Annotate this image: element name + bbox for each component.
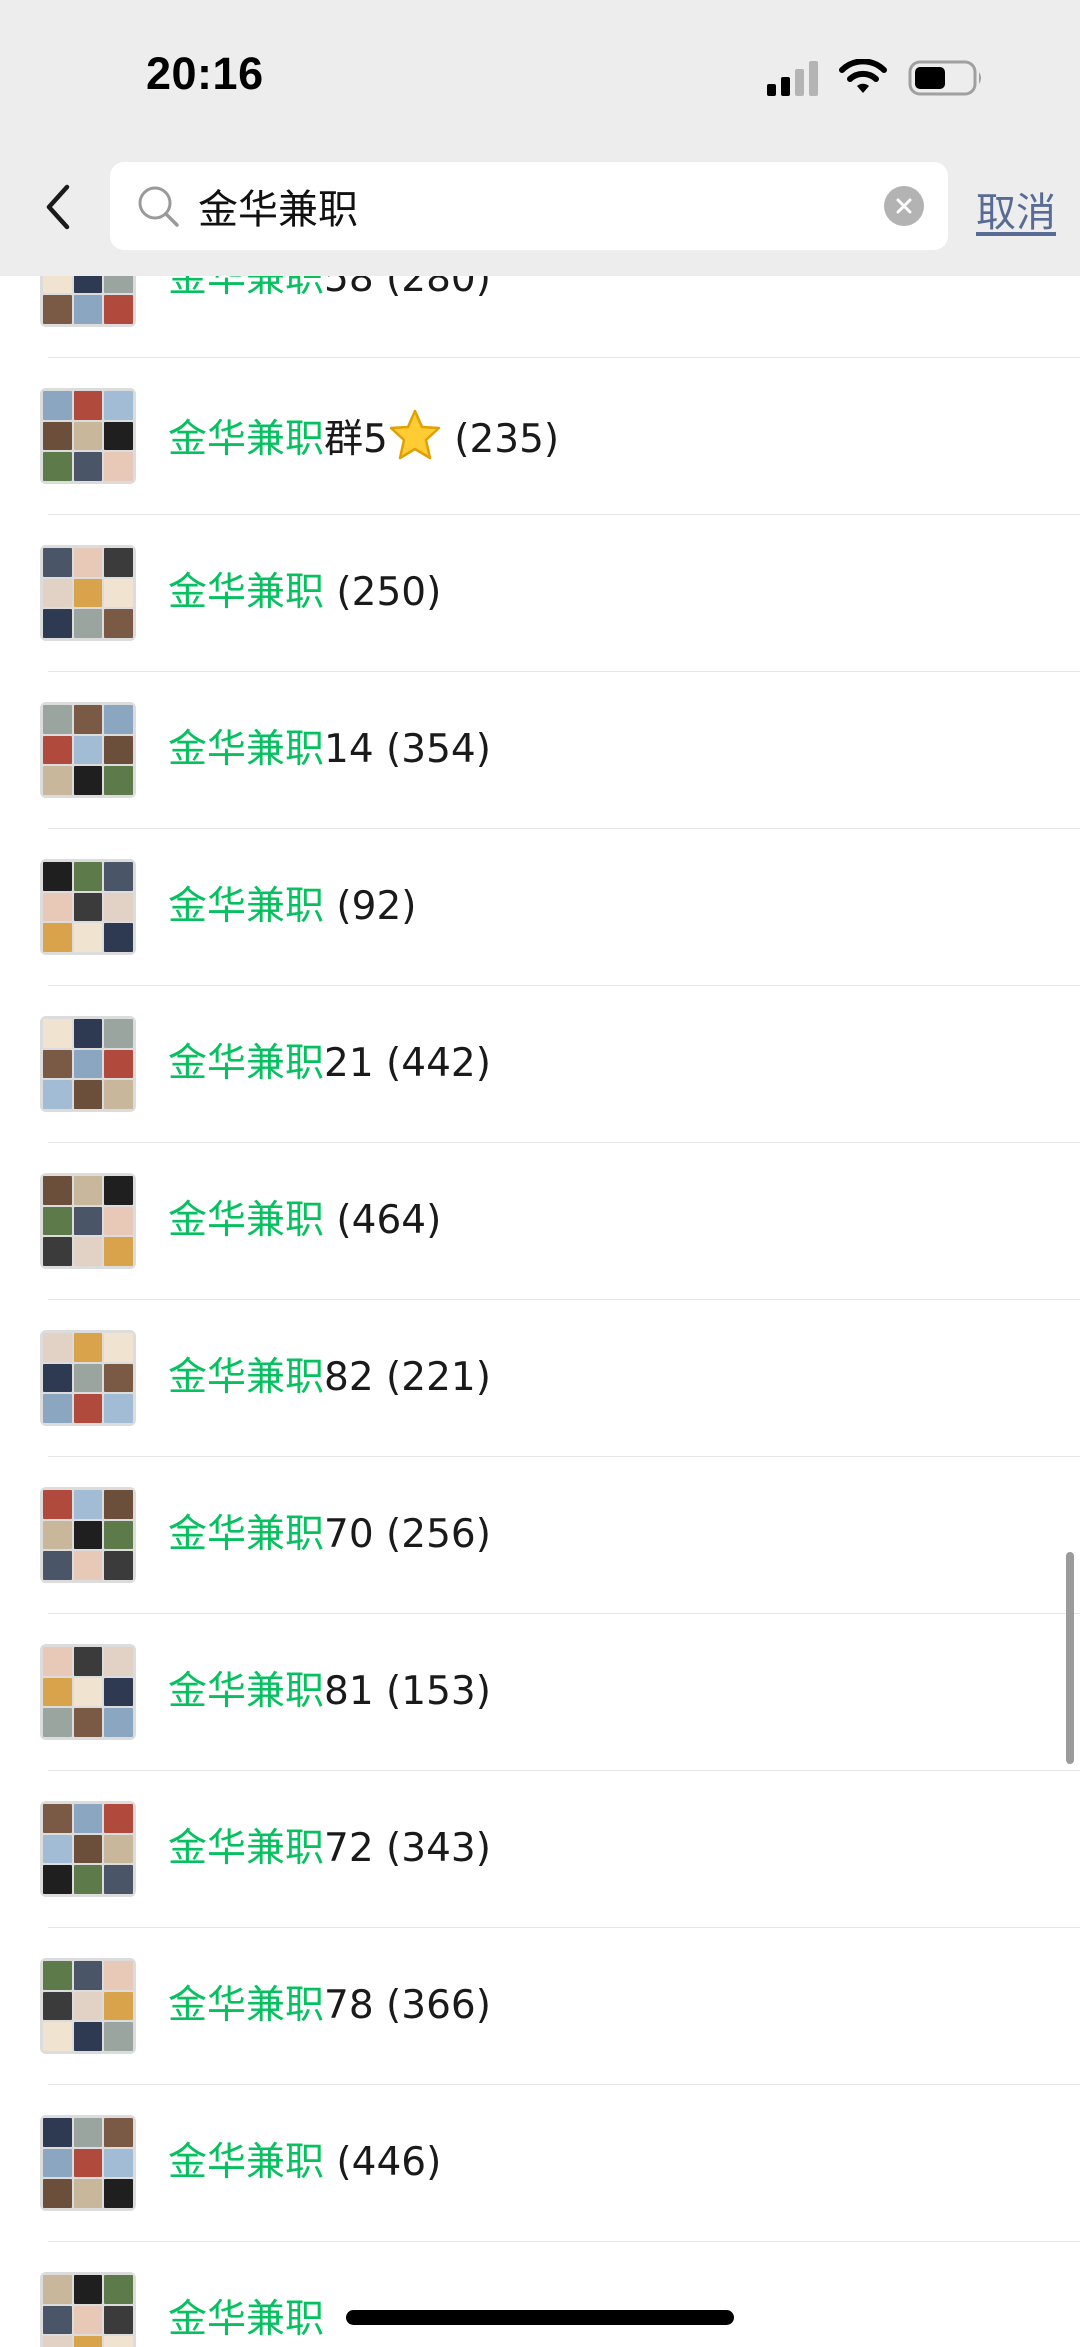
cellular-signal-icon: [767, 60, 818, 96]
home-indicator: [346, 2310, 734, 2325]
group-name: 金华兼职81 (153): [168, 1664, 491, 1720]
highlighted-keyword: 金华兼职: [168, 570, 325, 615]
group-name: 金华兼职78 (366): [168, 1978, 491, 2034]
group-avatar: [40, 702, 136, 798]
highlighted-keyword: 金华兼职: [168, 1041, 325, 1086]
group-result-row[interactable]: 金华兼职72 (343): [0, 1771, 1080, 1928]
highlighted-keyword: 金华兼职: [168, 1512, 325, 1557]
group-avatar: [40, 1644, 136, 1740]
group-avatar: [40, 1801, 136, 1897]
group-result-row[interactable]: 金华兼职 (446): [0, 2085, 1080, 2242]
group-name-suffix: 58 (280): [324, 276, 491, 301]
group-name: 金华兼职21 (442): [168, 1036, 491, 1092]
search-results-screen: 20:16 金华兼职 取消 金华兼职58 (280) 金华兼职群5 (235) …: [0, 0, 1080, 2347]
group-avatar: [40, 276, 136, 327]
group-name-suffix: (446): [324, 2140, 442, 2185]
group-avatar: [40, 1173, 136, 1269]
group-name: 金华兼职72 (343): [168, 1821, 491, 1877]
status-icons: [767, 58, 984, 98]
group-name-suffix: 81 (153): [324, 1669, 491, 1714]
cancel-button[interactable]: 取消: [976, 180, 1056, 238]
highlighted-keyword: 金华兼职: [168, 1355, 325, 1400]
wifi-icon: [838, 59, 888, 97]
group-list: 金华兼职58 (280) 金华兼职群5 (235) 金华兼职 (250) 金华兼职14…: [0, 276, 1080, 2347]
group-result-row[interactable]: 金华兼职 (464): [0, 1143, 1080, 1300]
group-avatar: [40, 1958, 136, 2054]
group-result-row[interactable]: 金华兼职21 (442): [0, 986, 1080, 1143]
highlighted-keyword: 金华兼职: [168, 276, 325, 301]
group-name-suffix: 70 (256): [324, 1512, 491, 1557]
group-name-suffix: 21 (442): [324, 1041, 491, 1086]
group-result-row[interactable]: 金华兼职78 (366): [0, 1928, 1080, 2085]
chevron-left-icon: [46, 184, 70, 230]
group-avatar: [40, 2272, 136, 2347]
clear-search-button[interactable]: [884, 186, 924, 226]
status-time: 20:16: [146, 48, 264, 99]
group-result-row[interactable]: 金华兼职: [0, 2242, 1080, 2347]
group-name: 金华兼职 (464): [168, 1193, 441, 1249]
header: 20:16 金华兼职 取消: [0, 0, 1080, 276]
search-results: 金华兼职58 (280) 金华兼职群5 (235) 金华兼职 (250) 金华兼职14…: [0, 276, 1080, 2347]
group-result-row[interactable]: 金华兼职81 (153): [0, 1614, 1080, 1771]
highlighted-keyword: 金华兼职: [168, 2297, 325, 2342]
group-name: 金华兼职70 (256): [168, 1507, 491, 1563]
group-result-row[interactable]: 金华兼职群5 (235): [0, 358, 1080, 515]
close-icon: [896, 198, 912, 214]
group-avatar: [40, 1330, 136, 1426]
group-name-suffix: 14 (354): [324, 727, 491, 772]
highlighted-keyword: 金华兼职: [168, 1669, 325, 1714]
battery-icon: [908, 59, 984, 97]
group-avatar: [40, 1016, 136, 1112]
group-name: 金华兼职82 (221): [168, 1350, 491, 1406]
highlighted-keyword: 金华兼职: [168, 727, 325, 772]
group-name: 金华兼职58 (280): [168, 276, 491, 307]
group-name-suffix: 群5: [324, 417, 388, 462]
search-field[interactable]: [110, 162, 948, 250]
group-avatar: [40, 1487, 136, 1583]
group-avatar: [40, 859, 136, 955]
back-button[interactable]: [32, 180, 84, 234]
group-name-suffix: (464): [324, 1198, 442, 1243]
group-name-suffix: 72 (343): [324, 1826, 491, 1871]
group-result-row[interactable]: 金华兼职 (250): [0, 515, 1080, 672]
group-result-row[interactable]: 金华兼职58 (280): [0, 276, 1080, 358]
group-avatar: [40, 388, 136, 484]
group-result-row[interactable]: 金华兼职14 (354): [0, 672, 1080, 829]
group-name-suffix: 78 (366): [324, 1983, 491, 2028]
group-name: 金华兼职 (92): [168, 879, 416, 935]
highlighted-keyword: 金华兼职: [168, 2140, 325, 2185]
highlighted-keyword: 金华兼职: [168, 1198, 325, 1243]
group-name: 金华兼职 (250): [168, 565, 441, 621]
group-result-row[interactable]: 金华兼职 (92): [0, 829, 1080, 986]
search-icon: [138, 186, 179, 227]
group-result-row[interactable]: 金华兼职70 (256): [0, 1457, 1080, 1614]
group-name-suffix: (250): [324, 570, 442, 615]
search-input[interactable]: [198, 162, 858, 250]
member-count: (235): [441, 417, 560, 462]
group-name-suffix: 82 (221): [324, 1355, 491, 1400]
group-name: 金华兼职14 (354): [168, 722, 491, 778]
star-icon: [389, 409, 441, 460]
group-result-row[interactable]: 金华兼职82 (221): [0, 1300, 1080, 1457]
group-name: 金华兼职 (446): [168, 2135, 441, 2191]
scrollbar[interactable]: [1066, 1552, 1074, 1764]
group-avatar: [40, 2115, 136, 2211]
group-name: 金华兼职: [168, 2292, 324, 2347]
highlighted-keyword: 金华兼职: [168, 417, 325, 462]
highlighted-keyword: 金华兼职: [168, 884, 325, 929]
search-bar-row: 取消: [0, 162, 1080, 252]
group-name-suffix: (92): [324, 884, 417, 929]
highlighted-keyword: 金华兼职: [168, 1983, 325, 2028]
group-avatar: [40, 545, 136, 641]
group-name: 金华兼职群5 (235): [168, 408, 559, 468]
highlighted-keyword: 金华兼职: [168, 1826, 325, 1871]
